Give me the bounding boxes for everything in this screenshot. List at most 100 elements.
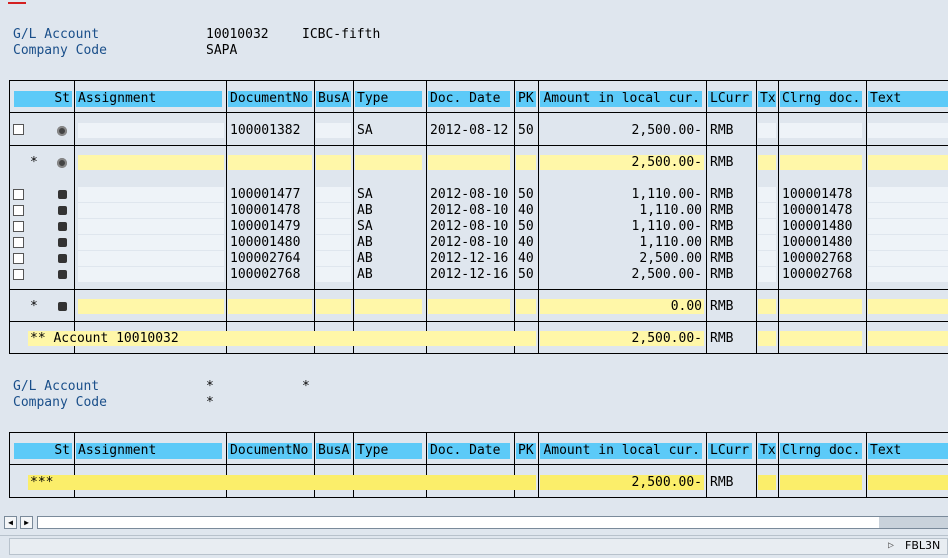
cell-type: SA xyxy=(357,219,373,234)
cell-amount: 1,110.00 xyxy=(639,235,702,250)
col-text[interactable]: Text xyxy=(868,443,948,459)
cell-posting-key: 50 xyxy=(518,187,534,202)
cell-clearing-doc[interactable]: 100001478 xyxy=(780,187,864,202)
cell-document-no[interactable]: 100001479 xyxy=(228,219,312,234)
gl-account-label: G/L Account xyxy=(13,27,100,42)
cell-assignment xyxy=(78,267,224,282)
col-document-no[interactable]: DocumentNo xyxy=(228,91,312,107)
status-bar: ▷ FBL3N xyxy=(0,535,948,558)
cell-clearing-doc[interactable]: 100001480 xyxy=(780,235,864,250)
cell-type: AB xyxy=(357,251,373,266)
company-code-label-2: Company Code xyxy=(13,395,107,410)
cell-doc-date: 2012-08-12 xyxy=(430,123,509,138)
status-cleared-icon xyxy=(58,238,67,247)
grand-total-table: St Assignment DocumentNo BusA Type Doc. … xyxy=(9,432,948,498)
cell-posting-key: 50 xyxy=(518,267,534,282)
col-business-area[interactable]: BusA xyxy=(316,443,351,459)
col-assignment[interactable]: Assignment xyxy=(76,91,222,107)
col-status[interactable]: St xyxy=(14,443,72,459)
cell-tax xyxy=(758,251,776,266)
cell-amount: 2,500.00 xyxy=(639,251,702,266)
col-assignment[interactable]: Assignment xyxy=(76,443,222,459)
cell-currency: RMB xyxy=(710,235,734,250)
window-marker xyxy=(8,2,26,4)
col-business-area[interactable]: BusA xyxy=(316,91,351,107)
cell-document-no[interactable]: 100001477 xyxy=(228,187,312,202)
cell-business-area xyxy=(316,203,351,218)
grand-total-label: *** xyxy=(28,475,536,490)
account-total-currency: RMB xyxy=(710,331,734,346)
scroll-thumb[interactable] xyxy=(879,517,948,528)
cell-business-area xyxy=(316,187,351,202)
status-cleared-icon xyxy=(58,254,67,263)
scroll-track[interactable] xyxy=(37,516,948,529)
status-cleared-icon xyxy=(58,222,67,231)
cell-assignment xyxy=(78,219,224,234)
cell-currency: RMB xyxy=(710,123,734,138)
col-local-currency[interactable]: LCurr xyxy=(708,91,752,107)
col-amount[interactable]: Amount in local cur. xyxy=(540,91,702,107)
col-posting-key[interactable]: PK xyxy=(516,443,536,459)
scroll-left-icon[interactable]: ◀ xyxy=(4,516,17,529)
status-open-icon xyxy=(57,126,67,136)
row-select-checkbox[interactable] xyxy=(13,269,24,280)
cell-type: SA xyxy=(357,123,373,138)
row-select-checkbox[interactable] xyxy=(13,253,24,264)
account-total-label: ** Account 10010032 xyxy=(28,331,536,346)
col-text[interactable]: Text xyxy=(868,91,948,107)
cell-clearing-doc[interactable]: 100001480 xyxy=(780,219,864,234)
gl-account-value-2: * xyxy=(206,379,214,394)
col-doc-date[interactable]: Doc. Date xyxy=(428,443,510,459)
cell-document-no[interactable]: 100001478 xyxy=(228,203,312,218)
cell-tax xyxy=(758,267,776,282)
col-status[interactable]: St xyxy=(14,91,72,107)
cell-clearing-doc[interactable]: 100001478 xyxy=(780,203,864,218)
row-select-checkbox[interactable] xyxy=(13,205,24,216)
status-expand-icon[interactable]: ▷ xyxy=(888,540,894,551)
col-tax[interactable]: Tx xyxy=(758,443,776,459)
col-type[interactable]: Type xyxy=(355,443,422,459)
cell-tax xyxy=(758,219,776,234)
row-select-checkbox[interactable] xyxy=(13,124,24,135)
cell-assignment xyxy=(78,187,224,202)
cell-doc-date: 2012-12-16 xyxy=(430,251,509,266)
cell-business-area xyxy=(316,123,351,138)
col-tax[interactable]: Tx xyxy=(758,91,776,107)
cell-tax xyxy=(758,123,776,138)
cell-document-no[interactable]: 100001382 xyxy=(228,123,312,138)
cell-amount: 1,110.00- xyxy=(631,187,702,202)
subtotal-marker: * xyxy=(30,155,38,170)
col-local-currency[interactable]: LCurr xyxy=(708,443,752,459)
gl-account-name: ICBC-fifth xyxy=(302,27,381,42)
cell-document-no[interactable]: 100001480 xyxy=(228,235,312,250)
gl-account-name-2: * xyxy=(302,379,310,394)
subtotal-currency: RMB xyxy=(710,299,734,314)
cell-type: SA xyxy=(357,187,373,202)
cell-document-no[interactable]: 100002764 xyxy=(228,251,312,266)
col-type[interactable]: Type xyxy=(355,91,422,107)
scroll-right-icon[interactable]: ▶ xyxy=(20,516,33,529)
status-cleared-icon xyxy=(58,190,67,199)
row-select-checkbox[interactable] xyxy=(13,189,24,200)
cell-tax xyxy=(758,187,776,202)
status-cleared-icon xyxy=(58,206,67,215)
horizontal-scrollbar[interactable]: ◀ ▶ xyxy=(0,515,948,531)
row-select-checkbox[interactable] xyxy=(13,221,24,232)
col-amount[interactable]: Amount in local cur. xyxy=(540,443,702,459)
cell-clearing-doc[interactable]: 100002768 xyxy=(780,251,864,266)
row-select-checkbox[interactable] xyxy=(13,237,24,248)
cell-document-no[interactable]: 100002768 xyxy=(228,267,312,282)
cell-tax xyxy=(758,235,776,250)
col-document-no[interactable]: DocumentNo xyxy=(228,443,312,459)
col-doc-date[interactable]: Doc. Date xyxy=(428,91,510,107)
col-clearing-doc[interactable]: Clrng doc. xyxy=(780,91,862,107)
col-clearing-doc[interactable]: Clrng doc. xyxy=(780,443,862,459)
col-posting-key[interactable]: PK xyxy=(516,91,536,107)
cell-business-area xyxy=(316,219,351,234)
account-total-amount: 2,500.00- xyxy=(540,331,704,346)
status-open-icon xyxy=(57,158,67,168)
cell-clearing-doc[interactable]: 100002768 xyxy=(780,267,864,282)
cell-amount: 2,500.00- xyxy=(631,123,702,138)
cell-currency: RMB xyxy=(710,267,734,282)
cell-doc-date: 2012-08-10 xyxy=(430,187,509,202)
